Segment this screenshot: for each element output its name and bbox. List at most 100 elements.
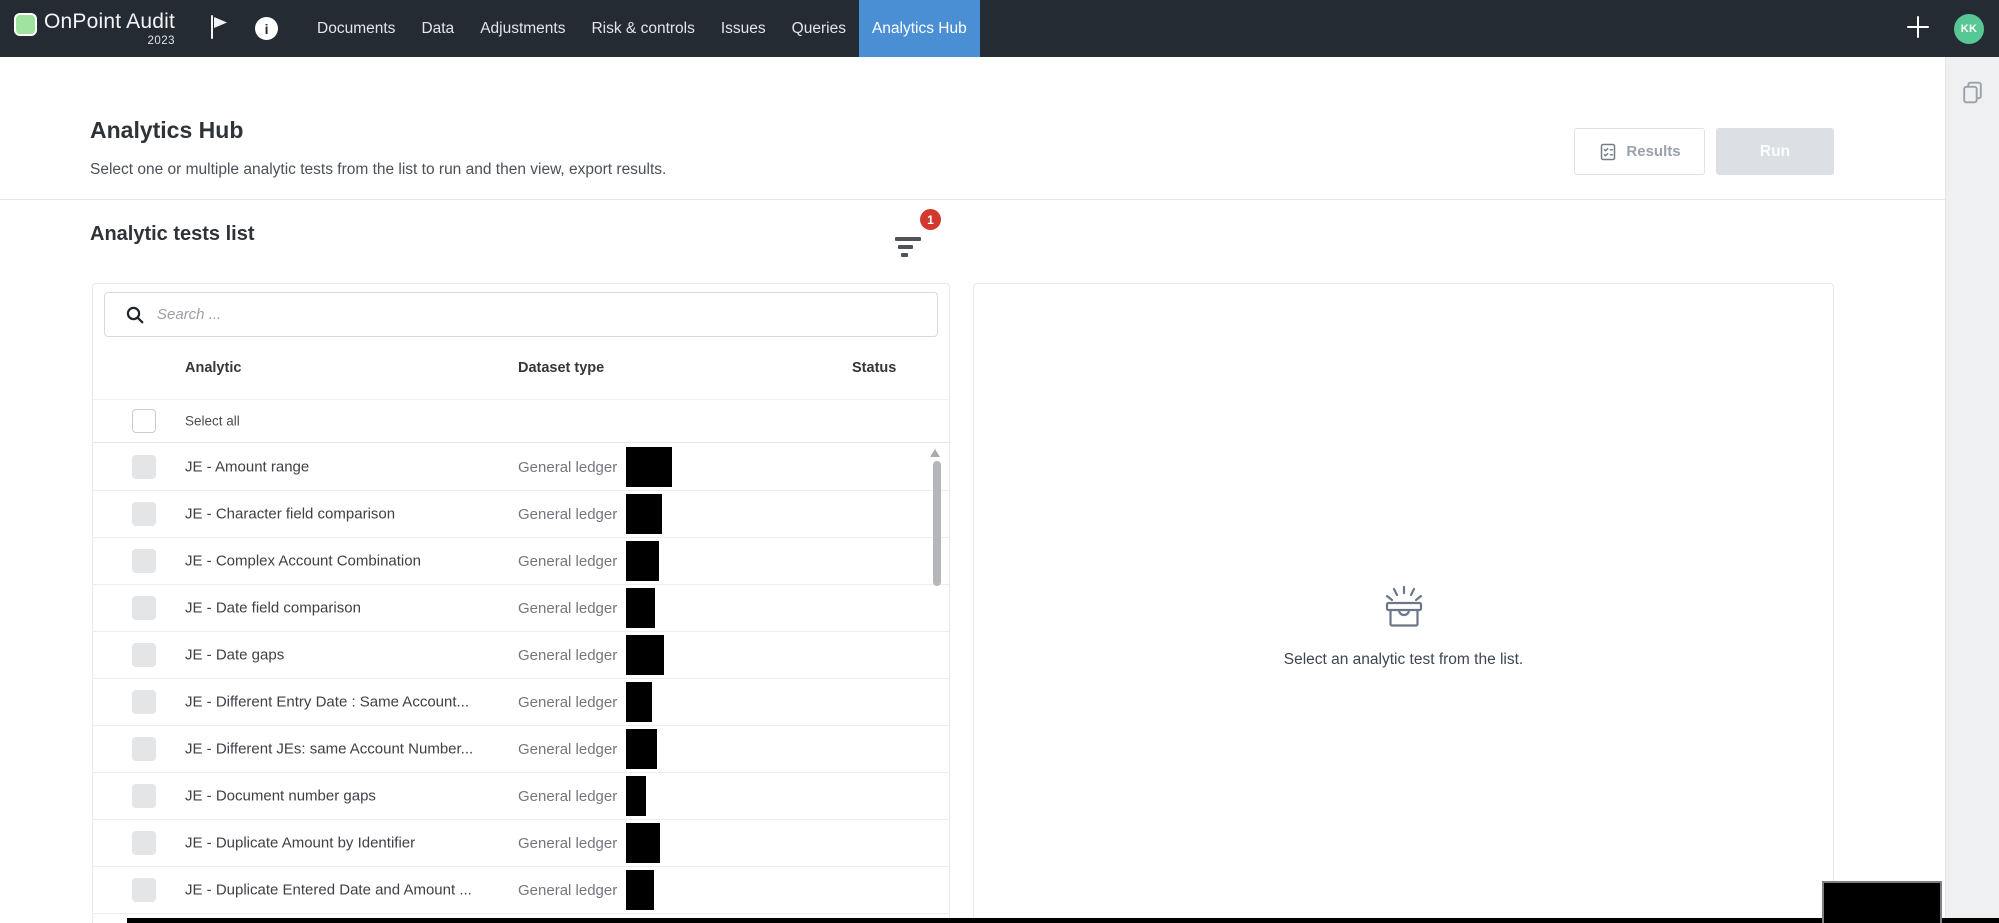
- table-row[interactable]: JE - Different JEs: same Account Number.…: [93, 726, 949, 773]
- header-divider: [0, 199, 1945, 200]
- app-logo[interactable]: OnPoint Audit 2023: [14, 10, 175, 47]
- row-analytic-name: JE - Date field comparison: [185, 600, 361, 617]
- row-analytic-name: JE - Different Entry Date : Same Account…: [185, 694, 469, 711]
- row-analytic-name: JE - Duplicate Amount by Identifier: [185, 835, 415, 852]
- table-row[interactable]: JE - Amount range General ledger: [93, 444, 949, 491]
- redacted-value: [626, 447, 672, 487]
- column-header-status: Status: [852, 360, 896, 376]
- scrollbar-up-arrow[interactable]: [930, 449, 940, 457]
- redacted-value: [626, 776, 646, 816]
- select-all-row: Select all: [93, 399, 949, 443]
- nav-item-analytics-hub[interactable]: Analytics Hub: [859, 0, 980, 57]
- main-content: Analytics Hub Select one or multiple ana…: [0, 57, 1945, 923]
- row-checkbox[interactable]: [132, 596, 156, 620]
- search-input[interactable]: [157, 306, 925, 323]
- copy-pages-icon: [1959, 94, 1986, 109]
- top-navbar: OnPoint Audit 2023 i DocumentsDataAdjust…: [0, 0, 1999, 57]
- row-checkbox[interactable]: [132, 737, 156, 761]
- table-row[interactable]: JE - Date gaps General ledger: [93, 632, 949, 679]
- empty-state: Select an analytic test from the list.: [974, 584, 1833, 669]
- redacted-value: [626, 729, 657, 769]
- copy-pages-button[interactable]: [1959, 79, 1986, 109]
- row-checkbox[interactable]: [132, 831, 156, 855]
- product-year: 2023: [44, 35, 175, 47]
- table-row[interactable]: JE - Date field comparison General ledge…: [93, 585, 949, 632]
- nav-item-queries[interactable]: Queries: [779, 0, 859, 57]
- row-checkbox[interactable]: [132, 549, 156, 573]
- nav-item-documents[interactable]: Documents: [304, 0, 408, 57]
- results-button-label: Results: [1626, 143, 1680, 160]
- run-button[interactable]: Run: [1716, 128, 1834, 175]
- test-detail-panel: Select an analytic test from the list.: [973, 283, 1834, 923]
- filter-button[interactable]: 1: [884, 205, 942, 267]
- table-row[interactable]: JE - Duplicate Entered Date and Amount .…: [93, 867, 949, 914]
- row-dataset-cell: General ledger: [518, 538, 659, 584]
- row-dataset-type: General ledger: [518, 553, 617, 570]
- bottom-right-redaction-box: [1822, 881, 1942, 923]
- row-dataset-cell: General ledger: [518, 491, 662, 537]
- row-dataset-cell: General ledger: [518, 632, 664, 678]
- redacted-value: [626, 823, 660, 863]
- table-row[interactable]: JE - Different Entry Date : Same Account…: [93, 679, 949, 726]
- row-checkbox[interactable]: [132, 643, 156, 667]
- bottom-redaction-bar: [127, 918, 1999, 923]
- add-button[interactable]: [1902, 11, 1934, 46]
- row-dataset-type: General ledger: [518, 788, 617, 805]
- nav-item-issues[interactable]: Issues: [708, 0, 779, 57]
- row-dataset-type: General ledger: [518, 647, 617, 664]
- results-button[interactable]: Results: [1574, 128, 1705, 175]
- row-analytic-name: JE - Duplicate Entered Date and Amount .…: [185, 882, 472, 899]
- nav-item-adjustments[interactable]: Adjustments: [467, 0, 578, 57]
- table-row[interactable]: JE - Complex Account Combination General…: [93, 538, 949, 585]
- row-checkbox[interactable]: [132, 878, 156, 902]
- flag-icon: [207, 14, 231, 43]
- row-dataset-type: General ledger: [518, 506, 617, 523]
- app-window: OnPoint Audit 2023 i DocumentsDataAdjust…: [0, 0, 1999, 923]
- row-dataset-cell: General ledger: [518, 444, 672, 490]
- row-dataset-type: General ledger: [518, 882, 617, 899]
- redacted-value: [626, 588, 655, 628]
- column-header-dataset-type: Dataset type: [518, 360, 604, 376]
- redacted-value: [626, 682, 652, 722]
- row-dataset-cell: General ledger: [518, 820, 660, 866]
- search-box: [104, 292, 938, 337]
- table-row[interactable]: JE - Duplicate Amount by Identifier Gene…: [93, 820, 949, 867]
- user-avatar[interactable]: KK: [1954, 14, 1984, 44]
- row-dataset-type: General ledger: [518, 459, 617, 476]
- row-analytic-name: JE - Character field comparison: [185, 506, 395, 523]
- select-all-checkbox[interactable]: [132, 409, 156, 433]
- row-dataset-type: General ledger: [518, 741, 617, 758]
- table-header: Analytic Dataset type Status: [93, 337, 949, 399]
- list-section-title: Analytic tests list: [90, 223, 255, 246]
- filter-count-badge: 1: [920, 209, 941, 230]
- row-analytic-name: JE - Document number gaps: [185, 788, 376, 805]
- redacted-value: [626, 494, 662, 534]
- flag-button[interactable]: [207, 14, 231, 43]
- row-dataset-type: General ledger: [518, 600, 617, 617]
- column-header-analytic: Analytic: [185, 360, 241, 376]
- right-sidebar-rail: [1945, 57, 1999, 923]
- row-checkbox[interactable]: [132, 690, 156, 714]
- product-name: OnPoint Audit: [44, 10, 175, 34]
- info-icon: i: [255, 17, 278, 40]
- row-dataset-type: General ledger: [518, 694, 617, 711]
- row-analytic-name: JE - Complex Account Combination: [185, 553, 421, 570]
- checklist-icon: [1598, 142, 1618, 162]
- info-button[interactable]: i: [255, 17, 278, 40]
- nav-item-data[interactable]: Data: [408, 0, 467, 57]
- redacted-value: [626, 635, 664, 675]
- row-dataset-cell: General ledger: [518, 867, 654, 913]
- nav-item-risk-controls[interactable]: Risk & controls: [578, 0, 707, 57]
- row-dataset-type: General ledger: [518, 835, 617, 852]
- select-all-label: Select all: [185, 414, 240, 429]
- row-dataset-cell: General ledger: [518, 585, 655, 631]
- page-title: Analytics Hub: [90, 117, 243, 144]
- table-row[interactable]: JE - Document number gaps General ledger: [93, 773, 949, 820]
- row-dataset-cell: General ledger: [518, 679, 652, 725]
- page-subtitle: Select one or multiple analytic tests fr…: [90, 161, 666, 179]
- table-row[interactable]: JE - Character field comparison General …: [93, 491, 949, 538]
- row-checkbox[interactable]: [132, 455, 156, 479]
- scrollbar-thumb[interactable]: [933, 461, 941, 586]
- row-checkbox[interactable]: [132, 502, 156, 526]
- row-checkbox[interactable]: [132, 784, 156, 808]
